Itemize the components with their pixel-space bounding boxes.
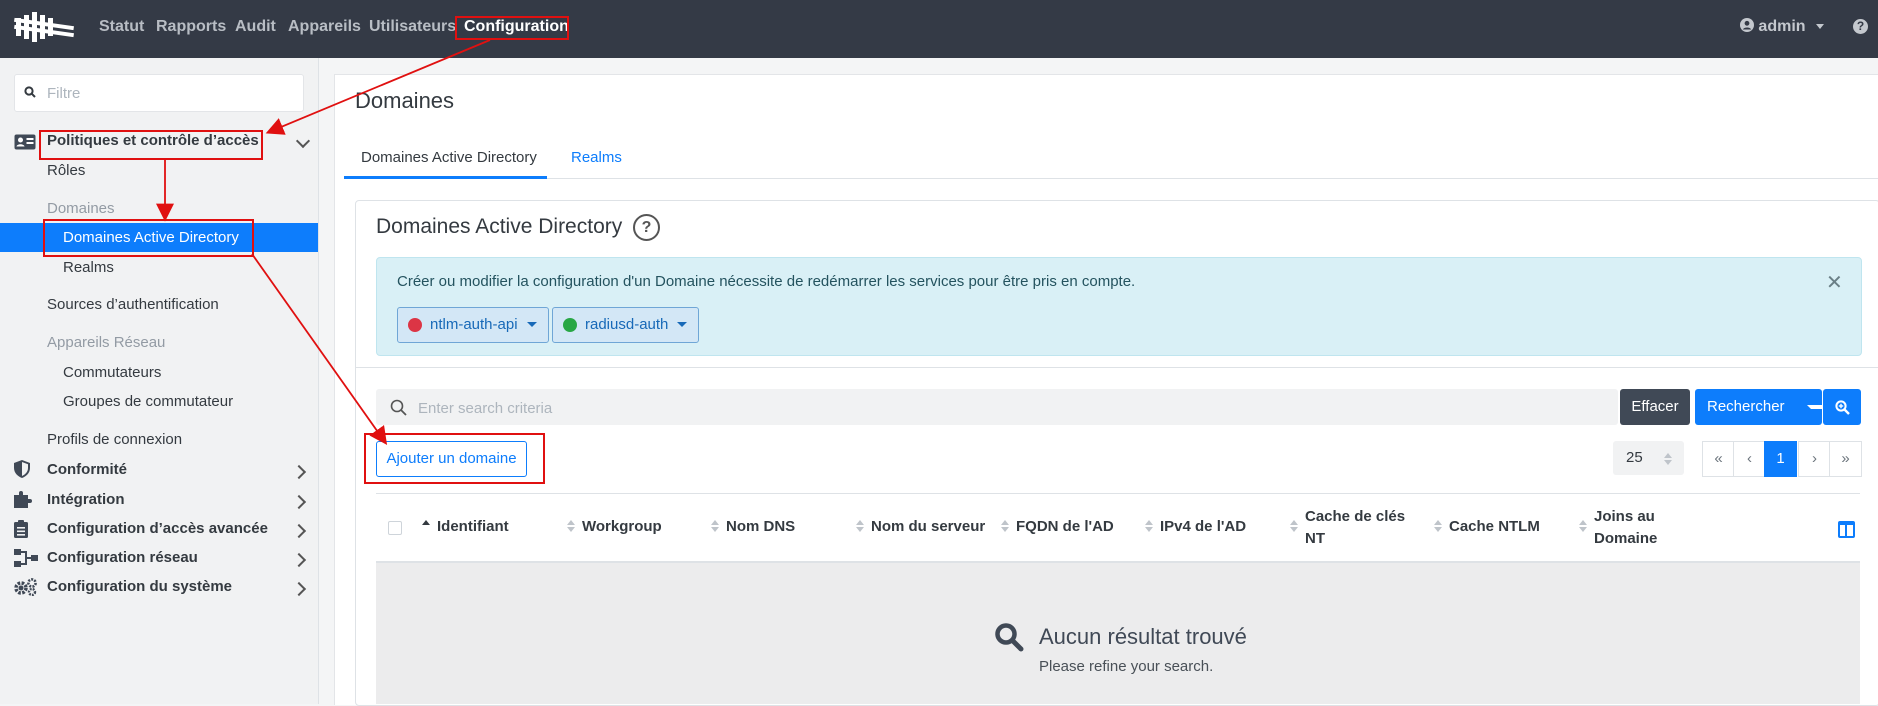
annotation-box-add-domain <box>364 433 545 484</box>
sidebar-filter[interactable] <box>14 74 304 112</box>
pager-first[interactable]: « <box>1702 441 1735 477</box>
nav-appareils[interactable]: Appareils <box>288 18 361 36</box>
card-divider <box>356 367 1878 368</box>
col-header-cache-ntlm[interactable]: Cache NTLM <box>1449 516 1540 538</box>
tab-active-indicator <box>344 176 547 179</box>
nav-utilisateurs[interactable]: Utilisateurs <box>369 18 456 36</box>
sidebar-section-system-config[interactable]: Configuration du système <box>47 578 232 595</box>
alert-text: Créer ou modifier la configuration d'un … <box>397 273 1136 290</box>
caret-down-icon <box>1816 24 1824 29</box>
sidebar-item-switches[interactable]: Commutateurs <box>63 364 161 381</box>
col-header-fqdn[interactable]: FQDN de l'AD <box>1016 516 1114 538</box>
col-header-nom-dns[interactable]: Nom DNS <box>726 516 795 538</box>
question-circle-icon[interactable]: ? <box>633 214 660 241</box>
shield-icon <box>14 460 30 478</box>
search-box[interactable] <box>376 389 1618 427</box>
cogs-icon <box>14 578 37 596</box>
sidebar-item-roles[interactable]: Rôles <box>47 162 85 179</box>
clipboard-icon <box>14 520 28 538</box>
per-page-value: 25 <box>1626 449 1643 466</box>
annotation-box-policies <box>39 130 263 160</box>
service-radiusd-auth[interactable]: radiusd-auth <box>552 307 699 343</box>
col-header-identifiant[interactable]: Identifiant <box>437 516 509 538</box>
sidebar-item-connection-profiles[interactable]: Profils de connexion <box>47 431 182 448</box>
close-icon[interactable]: ✕ <box>1826 270 1843 295</box>
sort-icon <box>1001 520 1009 532</box>
sort-icon <box>856 520 864 532</box>
col-header-cache-nt[interactable]: Cache de clés NT <box>1305 506 1415 550</box>
sort-icon <box>1290 520 1298 532</box>
puzzle-icon <box>14 491 32 508</box>
pager-prev[interactable]: ‹ <box>1733 441 1766 477</box>
sidebar-group-network-devices: Appareils Réseau <box>47 334 166 351</box>
sort-icon <box>567 520 575 532</box>
columns-icon[interactable] <box>1838 521 1855 538</box>
pager-page-1[interactable]: 1 <box>1764 441 1797 477</box>
sidebar-item-auth-sources[interactable]: Sources d’authentification <box>47 296 219 313</box>
col-header-joins[interactable]: Joins au Domaine <box>1594 506 1684 550</box>
pager-next[interactable]: › <box>1798 441 1831 477</box>
card-title: Domaines Active Directory <box>376 215 623 238</box>
search-button-label: Rechercher <box>1707 398 1785 415</box>
user-name: admin <box>1758 18 1806 35</box>
pager-last[interactable]: » <box>1829 441 1862 477</box>
caret-down-icon <box>677 322 687 327</box>
sort-icon <box>711 520 719 532</box>
search-icon <box>24 86 36 98</box>
user-icon <box>1739 18 1754 32</box>
per-page-select[interactable]: 25 <box>1613 441 1684 475</box>
service-label: radiusd-auth <box>585 316 669 333</box>
filter-input[interactable] <box>45 75 299 111</box>
nav-statut[interactable]: Statut <box>99 18 144 36</box>
col-header-workgroup[interactable]: Workgroup <box>582 516 662 538</box>
id-card-icon <box>14 134 36 150</box>
annotation-box-ad-domains <box>43 219 254 257</box>
sidebar-section-advanced-access[interactable]: Configuration d’accès avancée <box>47 520 268 537</box>
select-arrows-icon <box>1664 453 1672 465</box>
status-dot-icon <box>408 318 422 332</box>
tab-ad-domains[interactable]: Domaines Active Directory <box>361 149 537 166</box>
nav-rapports[interactable]: Rapports <box>156 18 226 36</box>
search-button[interactable]: Rechercher <box>1695 389 1827 425</box>
table-top-border <box>376 493 1860 494</box>
annotation-box-configuration <box>455 16 569 40</box>
sidebar-item-realms[interactable]: Realms <box>63 259 114 276</box>
sidebar-item-switch-groups[interactable]: Groupes de commutateur <box>63 393 233 410</box>
sidebar-section-network-config[interactable]: Configuration réseau <box>47 549 198 566</box>
search-icon <box>390 399 407 416</box>
sort-icon <box>1145 520 1153 532</box>
zoom-plus-icon <box>1835 400 1850 415</box>
nav-audit[interactable]: Audit <box>235 18 276 36</box>
search-input[interactable] <box>416 389 1610 427</box>
user-menu[interactable]: admin <box>1739 18 1824 36</box>
sidebar-group-domains: Domaines <box>47 200 115 217</box>
service-label: ntlm-auth-api <box>430 316 518 333</box>
search-icon <box>995 623 1024 652</box>
network-icon <box>14 549 38 567</box>
sidebar-section-integration[interactable]: Intégration <box>47 491 125 508</box>
service-ntlm-auth-api[interactable]: ntlm-auth-api <box>397 307 549 343</box>
top-navbar: Statut Rapports Audit Appareils Utilisat… <box>0 0 1878 58</box>
tab-realms[interactable]: Realms <box>571 149 622 166</box>
col-header-nom-serveur[interactable]: Nom du serveur <box>871 516 985 538</box>
advanced-search-button[interactable] <box>1823 389 1861 425</box>
empty-title: Aucun résultat trouvé <box>1039 624 1247 649</box>
select-all-checkbox[interactable] <box>388 521 402 535</box>
tabs-divider <box>344 178 1878 179</box>
caret-down-icon <box>527 322 537 327</box>
sort-icon <box>1579 520 1587 532</box>
clear-button[interactable]: Effacer <box>1620 389 1690 425</box>
sidebar-section-compliance[interactable]: Conformité <box>47 461 127 478</box>
empty-subtitle: Please refine your search. <box>1039 658 1214 675</box>
col-header-ipv4[interactable]: IPv4 de l'AD <box>1160 516 1246 538</box>
status-dot-icon <box>563 318 577 332</box>
sort-icon <box>1434 520 1442 532</box>
help-icon[interactable]: ? <box>1853 19 1868 34</box>
page-title: Domaines <box>355 88 455 113</box>
sort-asc-icon <box>422 520 430 532</box>
packetfence-logo[interactable] <box>14 9 76 49</box>
